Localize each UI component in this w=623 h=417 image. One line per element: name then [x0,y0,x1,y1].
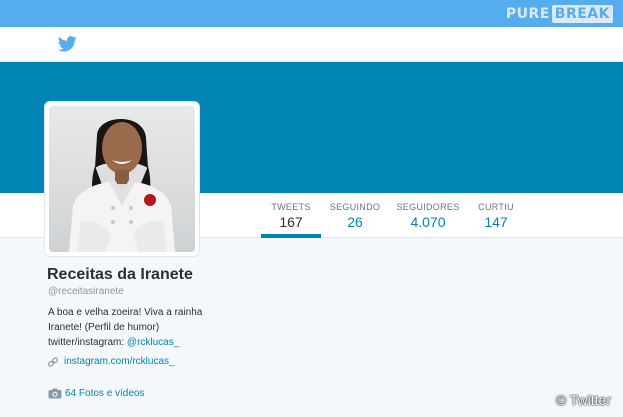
stat-followers[interactable]: SEGUIDORES 4.070 [396,202,460,230]
camera-icon [48,388,62,399]
stat-likes-label: CURTIU [478,202,514,212]
watermark-pure: PURE [505,5,550,22]
watermark-break: BREAK [551,4,613,23]
bio-mention-link[interactable]: @rcklucas_ [127,337,179,348]
stat-likes[interactable]: CURTIU 147 [473,202,519,230]
stat-following-value: 26 [347,214,363,230]
bio-line-1: A boa e velha zoeira! Viva a rainha [48,307,203,318]
photos-link[interactable]: 64 Fotos e vídeos [65,388,145,399]
purebreak-watermark: PURE BREAK [506,4,613,23]
stat-likes-value: 147 [484,214,508,230]
profile-handle[interactable]: @receitasiranete [48,286,124,297]
stat-tweets-value: 167 [279,214,303,230]
stat-tweets[interactable]: TWEETS 167 [266,202,316,230]
profile-photos[interactable]: 64 Fotos e vídeos [48,388,145,399]
bio-line-3: twitter/instagram: @rcklucas_ [48,335,248,350]
twitter-credit: © Twitter [555,392,611,408]
profile-name[interactable]: Receitas da Iranete [47,266,193,284]
top-bar: PURE BREAK [0,0,623,27]
profile-bio: A boa e velha zoeira! Viva a rainha Iran… [48,305,248,350]
stat-followers-label: SEGUIDORES [396,202,460,212]
link-icon [48,356,58,367]
twitter-bird-icon[interactable] [58,36,77,52]
active-tab-underline [261,234,321,238]
avatar-frame[interactable] [44,101,200,257]
website-link[interactable]: instagram.com/rcklucas_ [64,356,175,367]
stat-followers-value: 4.070 [410,214,446,230]
stat-tweets-label: TWEETS [271,202,311,212]
stat-following-label: SEGUINDO [329,202,381,212]
avatar [49,106,195,252]
stat-following[interactable]: SEGUINDO 26 [328,202,382,230]
bio-line-3-prefix: twitter/instagram: [48,337,125,348]
profile-website[interactable]: instagram.com/rcklucas_ [48,356,175,367]
bio-line-2: Iranete! (Perfil de humor) [48,322,160,333]
nav-bar [0,27,623,62]
